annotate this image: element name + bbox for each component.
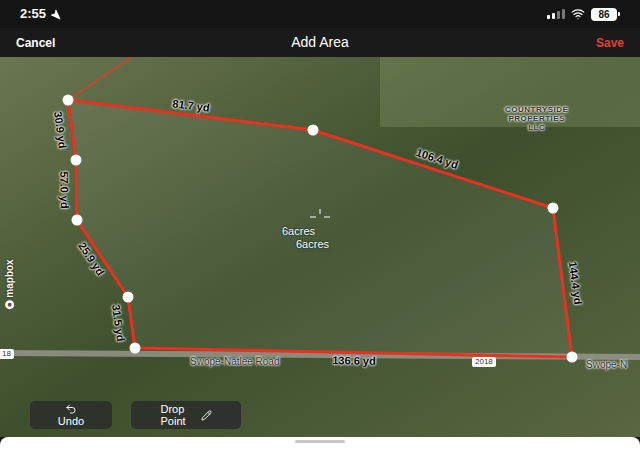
vertex-handle[interactable] <box>567 352 578 363</box>
time: 2:55 <box>20 4 46 24</box>
map[interactable]: 81.7 yd106.4 yd144.4 yd136.6 yd31.5 yd25… <box>0 57 640 437</box>
road-badge: 2018 <box>472 357 496 367</box>
save-button[interactable]: Save <box>564 34 624 52</box>
drop-point-button[interactable]: Drop Point <box>131 401 241 429</box>
vertex-handle[interactable] <box>123 292 134 303</box>
mapbox-attribution: mapbox <box>2 259 17 309</box>
vertex-handle[interactable] <box>130 343 141 354</box>
vertex-handle[interactable] <box>63 95 74 106</box>
place-label: COUNTRYSIDEPROPERTIESLLC <box>505 105 568 132</box>
header: Cancel Add Area Save <box>0 28 640 57</box>
location-arrow-icon <box>50 9 61 20</box>
vertex-handle[interactable] <box>72 215 83 226</box>
map-toolbar: Undo Drop Point <box>30 401 241 429</box>
crosshair-icon <box>310 209 330 217</box>
edge-length-label: 144.4 yd <box>565 260 583 305</box>
vertex-handle[interactable] <box>548 203 559 214</box>
edge-length-label: 30.9 yd <box>51 111 69 150</box>
undo-icon <box>65 403 77 415</box>
status-bar: 2:55 86 <box>0 0 640 28</box>
battery: 86 <box>591 8 620 21</box>
edge-length-label: 136.6 yd <box>332 354 376 368</box>
pencil-icon <box>201 410 212 421</box>
mapbox-logo-icon <box>4 300 14 310</box>
vertex-handle[interactable] <box>71 155 82 166</box>
area-label: 6acres6acres <box>282 225 329 251</box>
bottom-sheet[interactable] <box>0 437 640 450</box>
undo-button[interactable]: Undo <box>30 401 112 429</box>
app: 2:5586CancelAdd AreaSave81.7 yd106.4 yd1… <box>0 0 640 450</box>
edge-length-label: 31.5 yd <box>109 303 127 342</box>
sheet-handle[interactable] <box>295 440 345 443</box>
vertex-handle[interactable] <box>308 125 319 136</box>
cancel-button[interactable]: Cancel <box>16 34 76 52</box>
title: Add Area <box>291 32 349 53</box>
wifi-icon <box>571 7 585 21</box>
road-label: Swope-N <box>586 359 627 370</box>
edge-length-label: 57.0 yd <box>57 171 71 209</box>
signal-icon <box>547 9 565 19</box>
road-label: Swope-Natlee Road <box>190 356 280 367</box>
road-badge: 18 <box>0 349 14 359</box>
